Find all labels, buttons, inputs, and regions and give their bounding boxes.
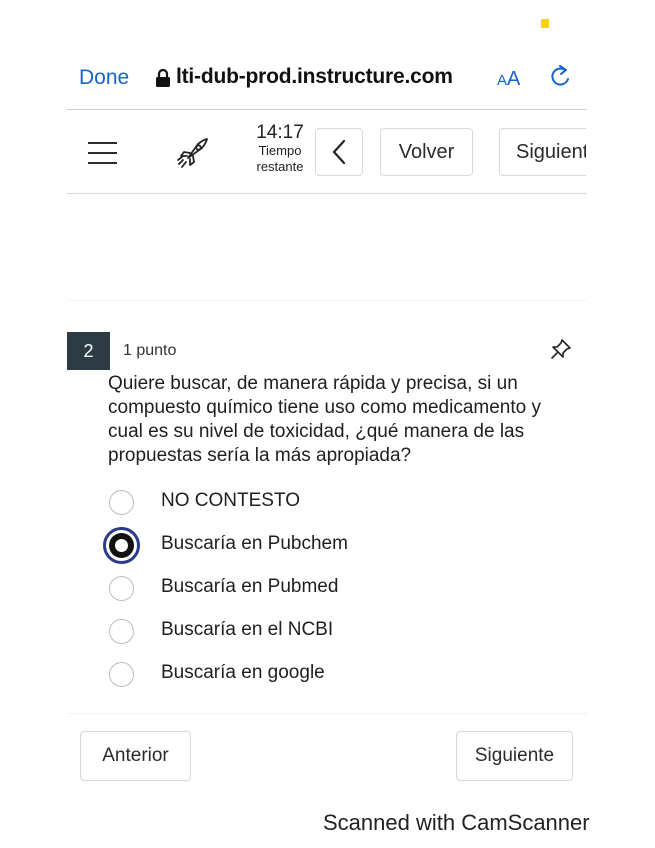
timer-label-line2: restante [256, 159, 304, 174]
answer-option[interactable]: NO CONTESTO [100, 484, 580, 527]
siguiente-button[interactable]: Siguiente [456, 731, 573, 781]
timer-label-line1: Tiempo [258, 143, 302, 158]
back-button[interactable] [315, 128, 363, 176]
page: Done lti-dub-prod.instructure.com AA 14:… [0, 0, 655, 848]
question-text: Quiere buscar, de manera rápida y precis… [108, 373, 541, 466]
volver-button[interactable]: Volver [380, 128, 473, 176]
answer-option[interactable]: Buscaría en el NCBI [100, 613, 580, 656]
toolbar-edge-mask [586, 110, 655, 194]
toolbar-divider [67, 193, 587, 194]
answer-label: Buscaría en Pubchem [161, 533, 348, 554]
text-size-large-glyph: A [507, 68, 521, 90]
answer-label: Buscaría en el NCBI [161, 619, 334, 640]
radio-button[interactable] [109, 619, 134, 644]
answer-option[interactable]: Buscaría en Pubchem [100, 527, 580, 570]
question-points: 1 punto [123, 342, 177, 359]
radio-button[interactable] [109, 490, 134, 515]
anterior-button[interactable]: Anterior [80, 731, 191, 781]
done-button[interactable]: Done [79, 66, 129, 90]
camscanner-watermark: Scanned with CamScanner [323, 810, 590, 835]
reload-icon[interactable] [549, 64, 573, 90]
quiz-toolbar: 14:17 Tiempo restante Volver Siguiente [67, 110, 599, 194]
hamburger-icon[interactable] [88, 142, 117, 164]
radio-button[interactable] [109, 662, 134, 687]
question-number-badge: 2 [67, 332, 110, 370]
answer-list: NO CONTESTO Buscaría en Pubchem Buscaría… [100, 484, 580, 699]
answer-option[interactable]: Buscaría en google [100, 656, 580, 699]
timer-time: 14:17 [256, 122, 304, 143]
pin-icon[interactable] [549, 337, 573, 361]
answer-label: NO CONTESTO [161, 490, 300, 511]
lock-icon [156, 68, 170, 87]
footer-divider [67, 713, 587, 714]
radio-button-selected[interactable] [103, 527, 140, 564]
rocket-icon[interactable] [176, 136, 210, 170]
timer: 14:17 Tiempo restante [247, 122, 313, 175]
siguiente-toolbar-button[interactable]: Siguiente [499, 128, 599, 176]
answer-option[interactable]: Buscaría en Pubmed [100, 570, 580, 613]
answer-label: Buscaría en Pubmed [161, 576, 339, 597]
status-indicator-dot [541, 19, 549, 28]
answer-label: Buscaría en google [161, 662, 325, 683]
browser-bar: Done lti-dub-prod.instructure.com AA [0, 60, 600, 98]
text-size-small-glyph: A [497, 72, 508, 89]
text-size-button[interactable]: AA [497, 68, 520, 91]
radio-button[interactable] [109, 576, 134, 601]
url-text[interactable]: lti-dub-prod.instructure.com [176, 65, 453, 89]
chevron-left-icon [332, 139, 346, 165]
section-divider [67, 300, 587, 301]
